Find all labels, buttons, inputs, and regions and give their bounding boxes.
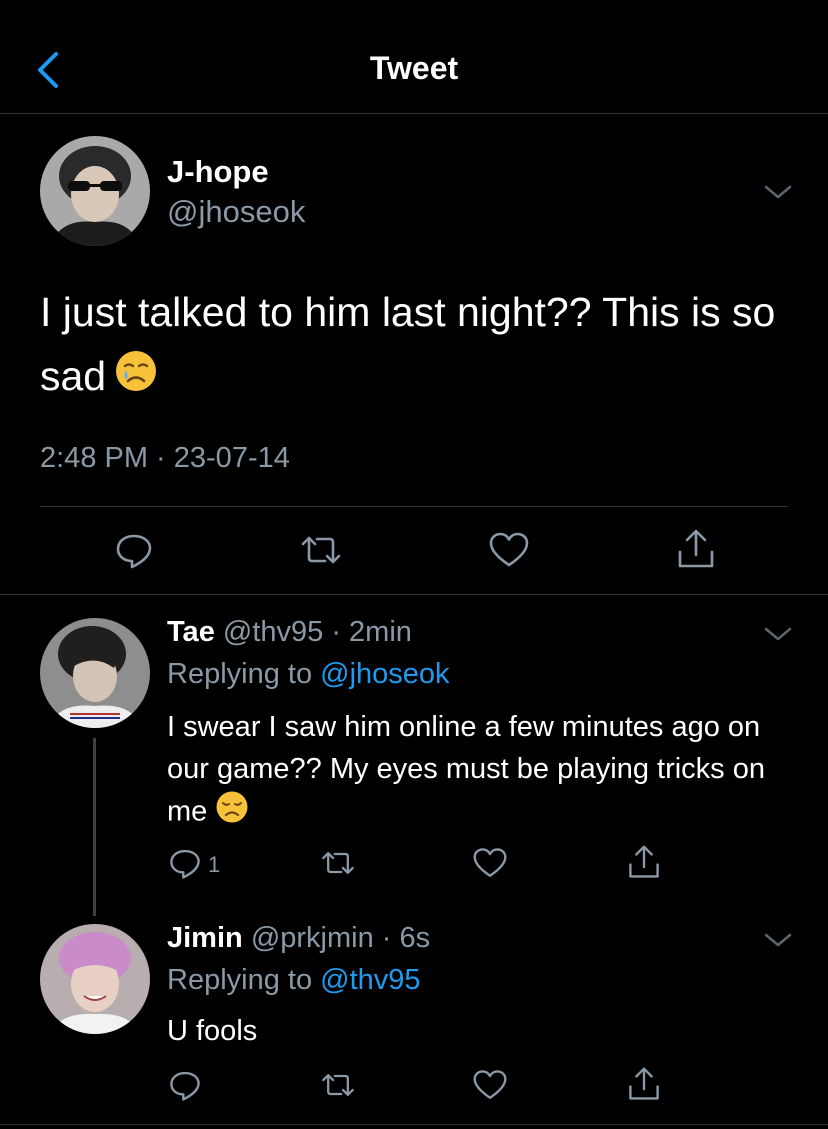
- chevron-down-icon: [764, 933, 792, 947]
- retweet-icon: [322, 1074, 354, 1096]
- share-button[interactable]: [627, 1066, 661, 1102]
- crying-face-emoji: [114, 347, 158, 411]
- retweet-icon: [301, 536, 341, 564]
- tweet-timestamp: 2:48 PM · 23-07-14: [40, 442, 290, 474]
- divider: [0, 1124, 828, 1125]
- reply-button[interactable]: [168, 1068, 202, 1102]
- reply-author-name[interactable]: Jimin: [167, 922, 243, 954]
- chevron-down-icon: [764, 185, 792, 199]
- reply-button[interactable]: [168, 846, 202, 880]
- like-button[interactable]: [488, 530, 530, 570]
- reply-count: 1: [208, 852, 221, 877]
- share-button[interactable]: [627, 844, 661, 880]
- page-title: Tweet: [369, 50, 459, 86]
- like-button[interactable]: [472, 1068, 508, 1102]
- heart-icon: [489, 532, 529, 567]
- disappointed-face-emoji: [215, 790, 249, 836]
- speech-bubble-icon: [170, 849, 200, 879]
- divider: [40, 506, 788, 507]
- retweet-button[interactable]: [320, 1068, 356, 1102]
- replying-to-line: Replying to @thv95: [167, 964, 421, 997]
- retweet-button[interactable]: [320, 846, 356, 880]
- reply-author-name[interactable]: Tae: [167, 616, 215, 648]
- more-options-button[interactable]: [763, 930, 793, 950]
- tweet-text-block: I just talked to him last night?? This i…: [40, 280, 800, 411]
- replying-to-line: Replying to @jhoseok: [167, 658, 450, 691]
- speech-bubble-icon: [116, 534, 152, 569]
- speech-bubble-icon: [170, 1071, 200, 1101]
- reply-button[interactable]: [114, 530, 154, 570]
- reply-meta: @thv95 · 2min: [222, 616, 412, 648]
- like-button[interactable]: [472, 846, 508, 880]
- more-options-button[interactable]: [763, 624, 793, 644]
- reply-text: U fools: [167, 1015, 258, 1047]
- reply-text-block: U fools: [167, 1010, 797, 1052]
- thread-connector: [93, 738, 96, 916]
- mention-link[interactable]: @jhoseok: [320, 658, 449, 690]
- avatar[interactable]: [40, 618, 150, 728]
- top-bar: Tweet: [0, 0, 828, 114]
- reply-meta: @prkjmin · 6s: [250, 922, 431, 954]
- retweet-icon: [322, 852, 354, 874]
- share-icon: [678, 529, 714, 568]
- avatar[interactable]: [40, 136, 150, 246]
- reply-header: Jimin @prkjmin · 6s: [167, 922, 430, 955]
- retweet-button[interactable]: [299, 530, 343, 570]
- reply-text: I swear I saw him online a few minutes a…: [167, 711, 765, 828]
- share-button[interactable]: [676, 528, 716, 570]
- replying-to-label: Replying to: [167, 964, 313, 996]
- share-icon: [629, 1067, 659, 1100]
- replying-to-label: Replying to: [167, 658, 313, 690]
- author-handle[interactable]: @jhoseok: [167, 194, 305, 230]
- chevron-down-icon: [764, 627, 792, 641]
- mention-link[interactable]: @thv95: [320, 964, 420, 996]
- heart-icon: [473, 848, 507, 877]
- reply-text-block: I swear I saw him online a few minutes a…: [167, 706, 797, 836]
- divider: [0, 594, 828, 595]
- more-options-button[interactable]: [763, 182, 793, 202]
- heart-icon: [473, 1070, 507, 1099]
- share-icon: [629, 845, 659, 878]
- avatar[interactable]: [40, 924, 150, 1034]
- author-name[interactable]: J-hope: [167, 154, 269, 190]
- tweet-detail-screen: Tweet J-hope @jhoseok I just talked to h…: [0, 0, 828, 1129]
- reply-header: Tae @thv95 · 2min: [167, 616, 412, 649]
